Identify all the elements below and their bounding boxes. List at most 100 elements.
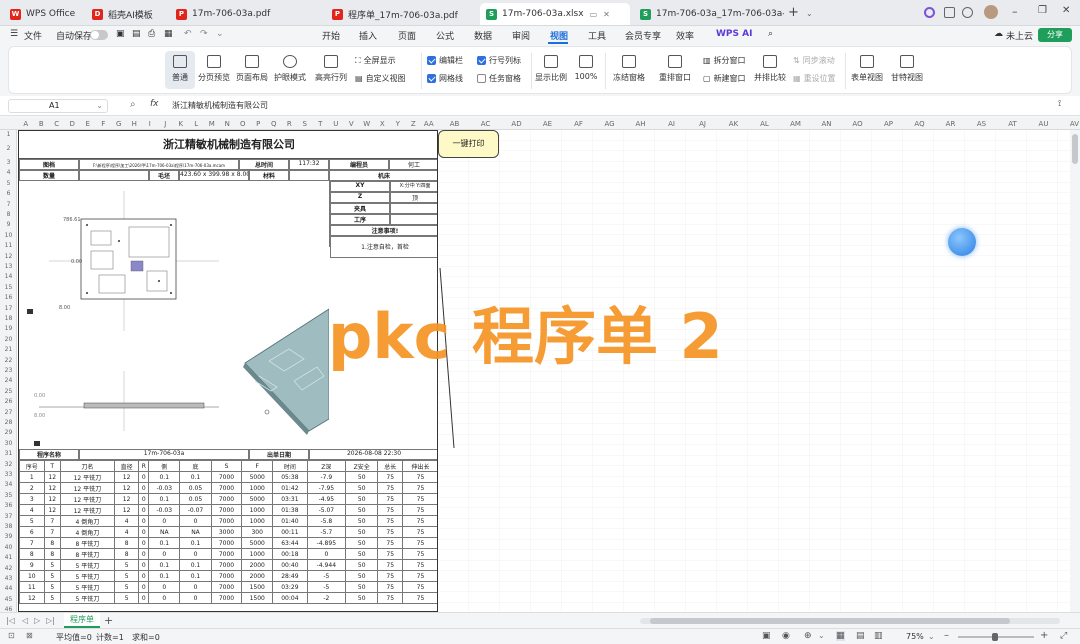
table-cell[interactable]: 0 <box>148 581 181 593</box>
table-cell[interactable]: 2 <box>19 482 45 494</box>
table-cell[interactable]: 4 <box>19 504 45 516</box>
table-cell[interactable]: 7000 <box>210 548 243 560</box>
row-header-cell[interactable]: 3 <box>0 158 17 168</box>
menu-wps-ai[interactable]: WPS AI <box>716 29 752 39</box>
menu-insert[interactable]: 插入 <box>359 29 377 42</box>
table-cell[interactable]: 00:04 <box>272 592 308 604</box>
column-header-cell[interactable]: C <box>49 118 65 130</box>
table-cell[interactable]: 0 <box>179 515 212 527</box>
table-cell[interactable]: 0 <box>148 592 181 604</box>
row-header-cell[interactable]: 26 <box>0 397 17 407</box>
table-cell[interactable]: 12 平铣刀 <box>59 504 115 516</box>
column-header-cell[interactable]: K <box>173 118 189 130</box>
row-header-cell[interactable]: 40 <box>0 543 17 553</box>
table-cell[interactable]: 5 <box>43 592 61 604</box>
zoom-100-button[interactable]: 100% <box>571 55 601 81</box>
table-cell[interactable]: 0 <box>138 471 150 483</box>
row-header-cell[interactable]: 17 <box>0 304 17 314</box>
table-cell[interactable]: 0 <box>138 493 150 505</box>
table-cell[interactable]: 0.1 <box>179 471 212 483</box>
table-cell[interactable]: 00:11 <box>272 526 308 538</box>
table-cell[interactable]: 12 <box>113 482 140 494</box>
row-header-cell[interactable]: 2 <box>0 144 17 154</box>
table-cell[interactable]: 0.1 <box>179 559 212 571</box>
menu-member[interactable]: 会员专享 <box>625 29 661 42</box>
sync-scroll-button[interactable]: ⇅ 同步滚动 <box>793 55 835 66</box>
chevron-down-icon[interactable]: ⌄ <box>806 9 813 18</box>
table-cell[interactable]: 0 <box>138 570 150 582</box>
table-cell[interactable]: 7000 <box>210 581 243 593</box>
row-header-cell[interactable]: 8 <box>0 210 17 220</box>
formula-content[interactable]: 浙江精敏机械制造有限公司 <box>172 100 268 111</box>
table-cell[interactable]: -2 <box>306 592 347 604</box>
table-cell[interactable]: 0 <box>138 548 150 560</box>
rearrange-window-button[interactable]: 重排窗口 <box>653 55 697 83</box>
table-cell[interactable]: 0.1 <box>179 537 212 549</box>
column-header-cell[interactable]: AQ <box>904 118 935 130</box>
table-cell[interactable]: 5000 <box>241 537 274 549</box>
table-cell[interactable]: 0 <box>138 537 150 549</box>
table-cell[interactable]: 12 平铣刀 <box>59 482 115 494</box>
table-cell[interactable]: 7 <box>43 515 61 527</box>
row-header-cell[interactable]: 9 <box>0 220 17 230</box>
column-header-cell[interactable]: O <box>235 118 251 130</box>
row-header-cell[interactable]: 34 <box>0 480 17 490</box>
table-cell[interactable]: 0.1 <box>179 570 212 582</box>
tab-pdf-2[interactable]: P 程序单_17m-706-03a.pdf <box>326 3 476 25</box>
table-cell[interactable]: 0.1 <box>148 493 181 505</box>
one-click-print-button[interactable]: 一键打印 <box>438 130 499 158</box>
table-cell[interactable]: 75 <box>377 526 403 538</box>
table-cell[interactable]: 5 平铣刀 <box>59 592 115 604</box>
company-title[interactable]: 浙江精敏机械制造有限公司 <box>19 131 437 159</box>
zoom-ratio-button[interactable]: 显示比例 <box>533 55 569 83</box>
side-by-side-button[interactable]: 并排比较 <box>753 55 787 83</box>
column-header-cell[interactable]: H <box>127 118 143 130</box>
redo-icon[interactable]: ↷ <box>200 29 208 39</box>
column-header-cell[interactable]: M <box>204 118 220 130</box>
table-cell[interactable]: 3 <box>19 493 45 505</box>
column-header-cell[interactable]: L <box>189 118 205 130</box>
column-header-cell[interactable]: AJ <box>687 118 718 130</box>
row-header-cell[interactable]: 45 <box>0 595 17 605</box>
table-row[interactable]: 4 12 12 平铣刀 12 0 -0.03 -0.07 7000 1000 01:38 -5.07… <box>19 504 437 516</box>
row-header-cell[interactable]: 19 <box>0 324 17 334</box>
table-cell[interactable]: 75 <box>401 570 437 582</box>
table-cell[interactable]: 50 <box>345 471 379 483</box>
reset-position-button[interactable]: ▦ 重设位置 <box>793 73 836 84</box>
table-cell[interactable]: 7000 <box>210 515 243 527</box>
table-cell[interactable]: 75 <box>377 537 403 549</box>
table-cell[interactable]: -7.95 <box>306 482 347 494</box>
table-cell[interactable]: 00:18 <box>272 548 308 560</box>
table-cell[interactable]: 0 <box>138 592 150 604</box>
table-cell[interactable]: -0.07 <box>179 504 212 516</box>
table-cell[interactable]: 75 <box>401 504 437 516</box>
table-cell[interactable]: 5 <box>113 581 140 593</box>
table-cell[interactable]: 12 平铣刀 <box>59 471 115 483</box>
table-cell[interactable]: 8 <box>43 537 61 549</box>
table-cell[interactable]: 75 <box>377 471 403 483</box>
row-header-cell[interactable]: 31 <box>0 449 17 459</box>
gridlines-checkbox[interactable]: 网格线 <box>427 73 463 84</box>
table-cell[interactable]: 01:38 <box>272 504 308 516</box>
table-cell[interactable]: 12 <box>43 493 61 505</box>
task-pane-checkbox[interactable]: 任务窗格 <box>477 73 521 84</box>
table-cell[interactable]: 0.05 <box>179 482 212 494</box>
column-header-cell[interactable]: AD <box>501 118 532 130</box>
add-sheet-icon[interactable]: + <box>104 614 113 627</box>
table-cell[interactable]: 05:38 <box>272 471 308 483</box>
table-cell[interactable]: 50 <box>345 482 379 494</box>
table-cell[interactable]: 75 <box>401 537 437 549</box>
table-cell[interactable]: 0 <box>179 548 212 560</box>
column-header-cell[interactable]: T <box>313 118 329 130</box>
column-header-cell[interactable]: AL <box>749 118 780 130</box>
row-header-cell[interactable]: 41 <box>0 553 17 563</box>
column-header-cell[interactable]: I <box>142 118 158 130</box>
table-cell[interactable]: NA <box>148 526 181 538</box>
table-cell[interactable]: 75 <box>401 471 437 483</box>
table-cell[interactable]: 75 <box>377 570 403 582</box>
zoom-search-icon[interactable]: ⌕ <box>130 99 136 110</box>
table-cell[interactable]: 01:42 <box>272 482 308 494</box>
tab-docer[interactable]: D 稻壳AI模板 <box>86 3 166 25</box>
row-header-cell[interactable]: 29 <box>0 428 17 438</box>
table-cell[interactable]: 75 <box>377 493 403 505</box>
